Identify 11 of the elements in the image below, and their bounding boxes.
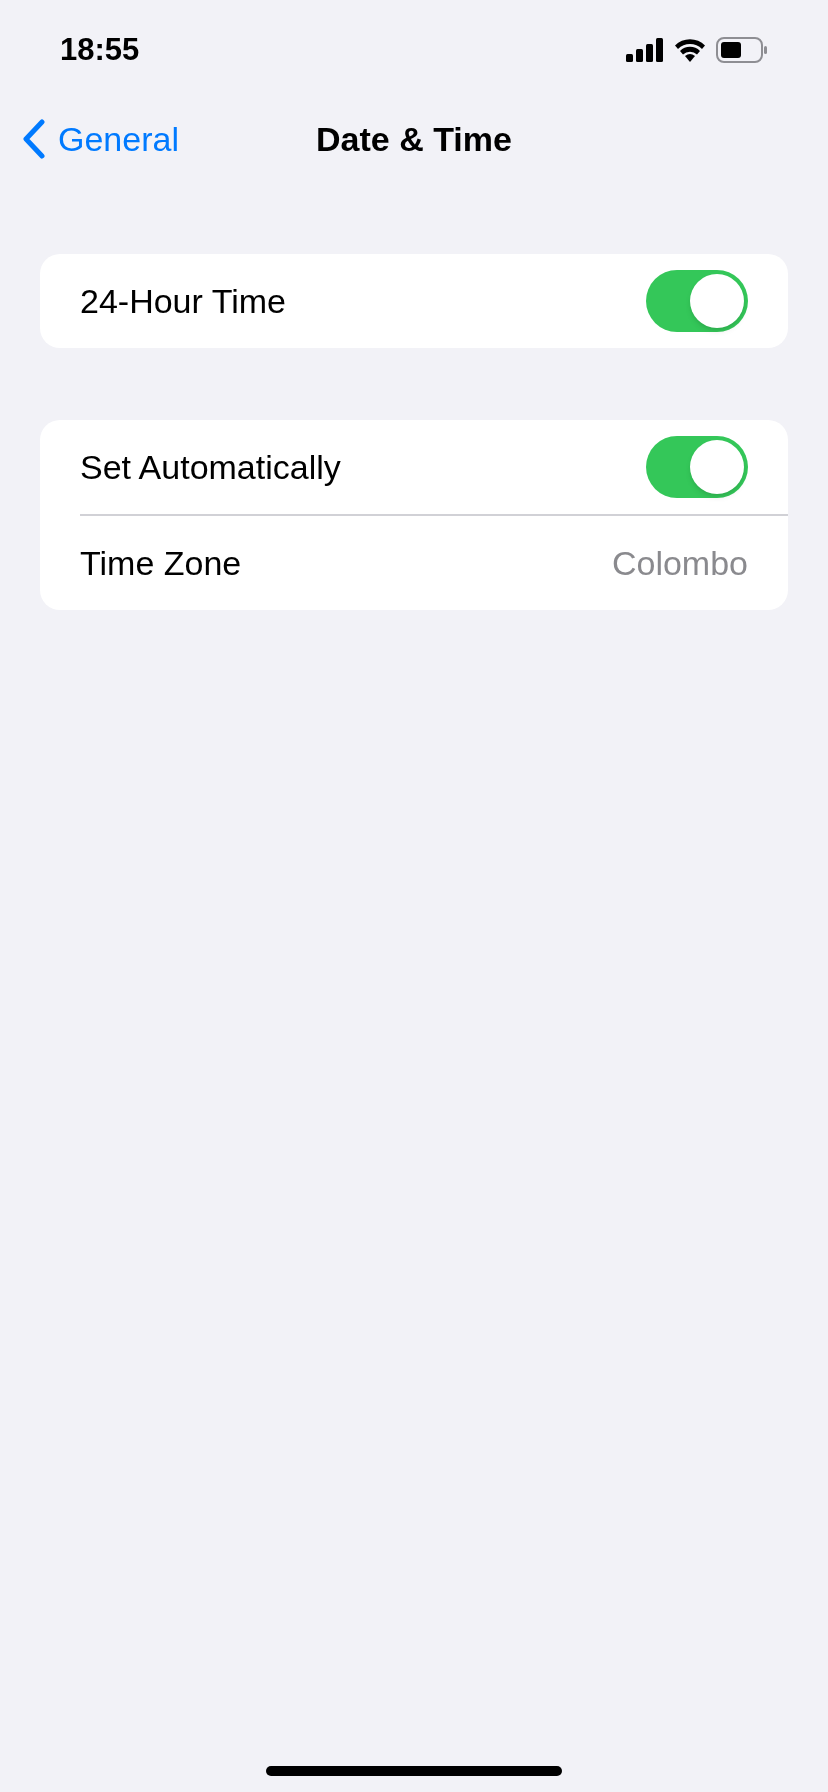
row-label: Time Zone [80, 542, 242, 584]
row-label: Set Automatically [80, 446, 341, 488]
chevron-left-icon [22, 119, 46, 159]
page-title: Date & Time [316, 118, 512, 160]
status-time: 18:55 [60, 30, 140, 69]
row-value: Colombo [611, 542, 748, 584]
back-button[interactable]: General [22, 113, 179, 165]
wifi-icon [674, 38, 706, 62]
battery-icon [716, 37, 768, 63]
row-label: 24-Hour Time [80, 280, 286, 322]
signal-icon [626, 38, 664, 62]
